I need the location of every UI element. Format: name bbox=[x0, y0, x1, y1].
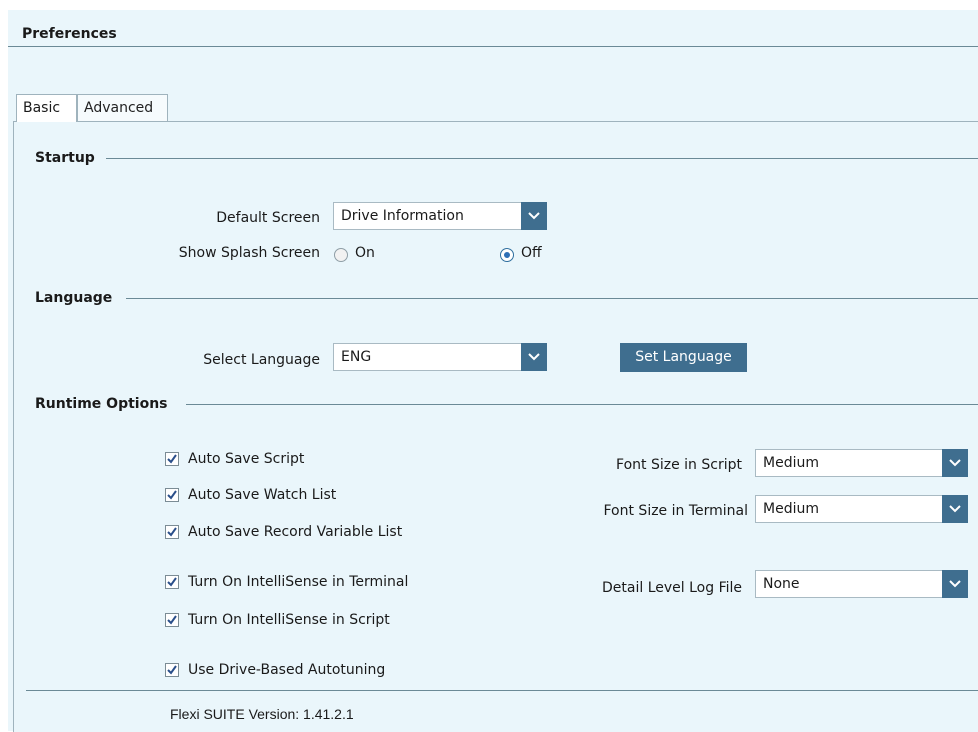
default-screen-value: Drive Information bbox=[341, 208, 464, 224]
intellisense-script-label: Turn On IntelliSense in Script bbox=[188, 612, 390, 628]
font-size-terminal-value: Medium bbox=[763, 501, 819, 517]
auto-save-script-checkbox[interactable] bbox=[165, 452, 179, 466]
splash-off-radio[interactable] bbox=[500, 248, 514, 262]
auto-save-record-variable-list-checkbox[interactable] bbox=[165, 525, 179, 539]
font-size-terminal-label: Font Size in Terminal bbox=[603, 503, 749, 519]
drive-based-autotuning-label: Use Drive-Based Autotuning bbox=[188, 662, 386, 678]
select-language-label: Select Language bbox=[203, 352, 320, 368]
set-language-button[interactable]: Set Language bbox=[620, 343, 747, 372]
runtime-divider bbox=[186, 404, 978, 405]
splash-screen-label: Show Splash Screen bbox=[178, 245, 320, 261]
checkmark-icon bbox=[167, 454, 177, 464]
checkmark-icon bbox=[167, 490, 177, 500]
chevron-down-icon[interactable] bbox=[521, 202, 547, 230]
intellisense-script-checkbox[interactable] bbox=[165, 613, 179, 627]
language-value: ENG bbox=[341, 349, 372, 365]
title-divider bbox=[8, 46, 978, 47]
intellisense-terminal-label: Turn On IntelliSense in Terminal bbox=[188, 574, 409, 590]
chevron-down-icon[interactable] bbox=[942, 570, 968, 598]
language-divider bbox=[126, 298, 978, 299]
version-text: Flexi SUITE Version: 1.41.2.1 bbox=[170, 706, 354, 722]
checkmark-icon bbox=[167, 665, 177, 675]
tab-basic[interactable]: Basic bbox=[16, 94, 77, 122]
font-size-script-dropdown[interactable]: Medium bbox=[755, 449, 968, 477]
drive-based-autotuning-checkbox[interactable] bbox=[165, 663, 179, 677]
runtime-section-label: Runtime Options bbox=[35, 396, 168, 412]
language-dropdown[interactable]: ENG bbox=[333, 343, 547, 371]
chevron-down-icon[interactable] bbox=[942, 495, 968, 523]
log-level-dropdown[interactable]: None bbox=[755, 570, 968, 598]
checkmark-icon bbox=[167, 577, 177, 587]
startup-section-label: Startup bbox=[35, 150, 95, 166]
auto-save-script-label: Auto Save Script bbox=[188, 451, 305, 467]
checkmark-icon bbox=[167, 615, 177, 625]
auto-save-watch-list-label: Auto Save Watch List bbox=[188, 487, 337, 503]
page-title: Preferences bbox=[22, 26, 117, 42]
splash-on-radio[interactable] bbox=[334, 248, 348, 262]
log-level-label: Detail Level Log File bbox=[602, 580, 742, 596]
chevron-down-icon[interactable] bbox=[521, 343, 547, 371]
default-screen-dropdown[interactable]: Drive Information bbox=[333, 202, 547, 230]
tab-advanced[interactable]: Advanced bbox=[77, 94, 168, 121]
startup-divider bbox=[106, 158, 978, 159]
log-level-value: None bbox=[763, 576, 800, 592]
font-size-terminal-dropdown[interactable]: Medium bbox=[755, 495, 968, 523]
auto-save-watch-list-checkbox[interactable] bbox=[165, 488, 179, 502]
language-section-label: Language bbox=[35, 290, 113, 306]
font-size-script-label: Font Size in Script bbox=[616, 457, 742, 473]
splash-off-label: Off bbox=[521, 245, 542, 261]
font-size-script-value: Medium bbox=[763, 455, 819, 471]
splash-on-label: On bbox=[355, 245, 375, 261]
intellisense-terminal-checkbox[interactable] bbox=[165, 575, 179, 589]
checkmark-icon bbox=[167, 527, 177, 537]
footer-divider bbox=[26, 690, 978, 691]
auto-save-record-variable-list-label: Auto Save Record Variable List bbox=[188, 524, 403, 540]
chevron-down-icon[interactable] bbox=[942, 449, 968, 477]
default-screen-label: Default Screen bbox=[216, 210, 320, 226]
